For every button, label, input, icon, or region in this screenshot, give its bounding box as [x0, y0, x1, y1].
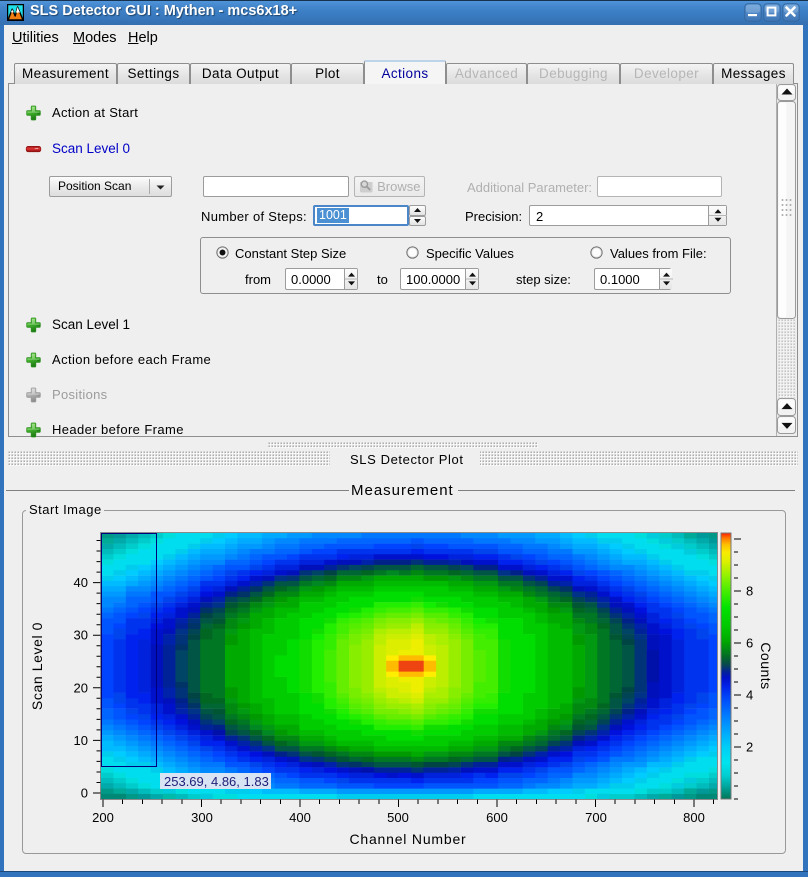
svg-text:4: 4	[746, 688, 753, 703]
svg-text:Counts: Counts	[758, 642, 774, 689]
svg-text:30: 30	[74, 628, 88, 643]
svg-text:10: 10	[74, 733, 88, 748]
svg-text:600: 600	[486, 810, 508, 825]
svg-text:Channel Number: Channel Number	[349, 831, 466, 847]
svg-text:8: 8	[746, 584, 753, 599]
svg-text:200: 200	[92, 810, 114, 825]
svg-text:253.69, 4.86, 1.83: 253.69, 4.86, 1.83	[164, 774, 269, 789]
svg-text:500: 500	[387, 810, 409, 825]
svg-text:800: 800	[683, 810, 705, 825]
svg-text:Scan Level 0: Scan Level 0	[29, 622, 45, 710]
svg-text:700: 700	[585, 810, 607, 825]
svg-text:40: 40	[74, 575, 88, 590]
svg-text:6: 6	[746, 636, 753, 651]
svg-text:400: 400	[289, 810, 311, 825]
svg-text:20: 20	[74, 680, 88, 695]
svg-text:0: 0	[81, 786, 88, 801]
svg-text:2: 2	[746, 740, 753, 755]
svg-text:300: 300	[191, 810, 213, 825]
